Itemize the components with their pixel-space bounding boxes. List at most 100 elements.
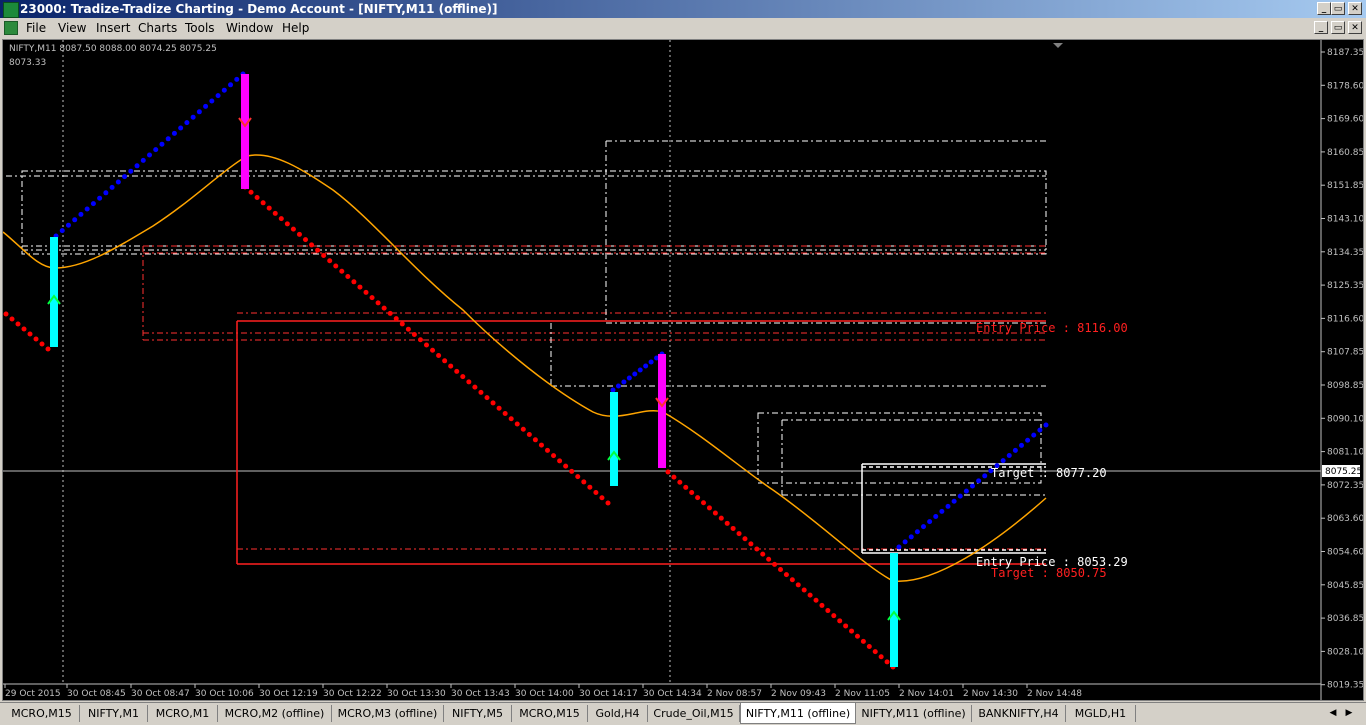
signal-dot xyxy=(254,195,260,201)
signal-dot xyxy=(538,442,544,448)
signal-dot xyxy=(97,195,103,201)
signal-dot xyxy=(321,252,327,258)
x-tick-label: 30 Oct 10:06 xyxy=(195,689,254,699)
signal-dot xyxy=(140,157,146,163)
tab-nifty-m11-offline-active[interactable]: NIFTY,M11 (offline) xyxy=(740,703,856,724)
app-icon xyxy=(3,2,19,18)
tab-banknifty-h4[interactable]: BANKNIFTY,H4 xyxy=(972,705,1066,722)
signal-dot xyxy=(15,321,21,327)
tab-mcro-m3-offline[interactable]: MCRO,M3 (offline) xyxy=(332,705,444,722)
menu-view[interactable]: View xyxy=(58,21,86,35)
signal-dot xyxy=(1031,432,1037,438)
child-restore-button[interactable]: ▭ xyxy=(1331,21,1345,34)
y-tick-label: 8107.85 xyxy=(1327,348,1364,358)
signal-dot xyxy=(122,174,128,180)
tab-gold-h4[interactable]: Gold,H4 xyxy=(588,705,648,722)
signal-dot xyxy=(1006,453,1012,458)
x-tick-label: 30 Oct 08:45 xyxy=(67,689,126,699)
y-tick-label: 8028.10 xyxy=(1327,647,1364,657)
price-chart[interactable]: Entry Price : 8116.00 Target : 8077.20 E… xyxy=(3,40,1364,701)
signal-dot xyxy=(819,602,825,608)
shift-marker[interactable] xyxy=(1053,43,1063,48)
signal-dot xyxy=(190,114,196,120)
window-title: 23000: Tradize-Tradize Charting - Demo A… xyxy=(20,2,498,16)
x-tick-label: 30 Oct 14:17 xyxy=(579,689,638,699)
signal-dot xyxy=(778,567,783,572)
chart-document-icon[interactable] xyxy=(4,21,18,35)
tab-scroll-left-icon[interactable]: ◀ xyxy=(1328,708,1338,718)
signal-dot xyxy=(115,179,121,185)
y-tick-label: 8054.60 xyxy=(1327,548,1364,558)
signal-dot xyxy=(315,247,321,253)
signal-dot xyxy=(807,592,813,598)
signal-dot xyxy=(309,242,315,248)
signal-dot xyxy=(84,206,90,212)
signal-dot xyxy=(9,316,15,322)
signal-dot xyxy=(605,500,611,506)
y-tick-label: 8134.35 xyxy=(1327,248,1364,258)
signal-dot xyxy=(921,524,926,530)
signal-dot xyxy=(795,582,801,588)
signal-dot xyxy=(514,421,520,427)
signal-dot xyxy=(184,120,190,126)
menu-charts[interactable]: Charts xyxy=(138,21,177,35)
menu-file[interactable]: File xyxy=(26,21,46,35)
signal-dot xyxy=(65,222,71,228)
menu-help[interactable]: Help xyxy=(282,21,309,35)
tab-mcro-m1[interactable]: MCRO,M1 xyxy=(148,705,218,722)
menu-window[interactable]: Window xyxy=(226,21,273,35)
signal-dot xyxy=(351,279,357,285)
signal-dot xyxy=(706,505,712,511)
signal-dot xyxy=(970,483,975,489)
tab-mcro-m15-2[interactable]: MCRO,M15 xyxy=(512,705,588,722)
signal-dot xyxy=(424,342,429,348)
child-minimize-button[interactable]: _ xyxy=(1314,21,1328,34)
x-tick-label: 29 Oct 2015 xyxy=(5,689,61,699)
title-bar: 23000: Tradize-Tradize Charting - Demo A… xyxy=(0,0,1366,18)
chart-window[interactable]: Entry Price : 8116.00 Target : 8077.20 E… xyxy=(2,39,1364,701)
signal-dot xyxy=(587,484,593,490)
y-axis: 8187.35 8178.60 8169.60 8160.85 8151.85 8143.… xyxy=(1321,48,1364,691)
signal-dot xyxy=(575,474,581,480)
tab-nifty-m1[interactable]: NIFTY,M1 xyxy=(80,705,148,722)
signal-dot xyxy=(671,474,677,480)
tab-mcro-m15[interactable]: MCRO,M15 xyxy=(4,705,80,722)
signal-dot xyxy=(551,453,557,459)
signal-dot xyxy=(689,490,695,496)
tab-mgld-h1[interactable]: MGLD,H1 xyxy=(1066,705,1136,722)
close-button[interactable]: ✕ xyxy=(1348,2,1362,15)
signal-dot xyxy=(272,210,278,216)
symbol-info: NIFTY,M11 8087.50 8088.00 8074.25 8075.2… xyxy=(9,44,217,54)
signal-dot xyxy=(484,395,490,401)
signal-dot xyxy=(599,495,605,501)
tab-nifty-m5[interactable]: NIFTY,M5 xyxy=(444,705,512,722)
y-tick-label: 8178.60 xyxy=(1327,81,1364,91)
x-tick-label: 30 Oct 13:30 xyxy=(387,689,446,699)
minimize-button[interactable]: _ xyxy=(1317,2,1331,15)
tab-nifty-m11-offline[interactable]: NIFTY,M11 (offline) xyxy=(856,705,972,722)
child-close-button[interactable]: ✕ xyxy=(1348,21,1362,34)
signal-dot xyxy=(448,363,454,369)
indicator-value: 8073.33 xyxy=(9,58,47,68)
signal-dot xyxy=(327,258,333,264)
y-tick-label: 8151.85 xyxy=(1327,181,1364,191)
signal-dot xyxy=(228,82,234,88)
tab-mcro-m2-offline[interactable]: MCRO,M2 (offline) xyxy=(218,705,332,722)
signal-dot xyxy=(843,623,849,629)
menu-insert[interactable]: Insert xyxy=(96,21,130,35)
signal-dot xyxy=(896,544,902,550)
menu-tools[interactable]: Tools xyxy=(185,21,215,35)
signal-dot xyxy=(508,416,514,422)
target-label-red: Target : 8050.75 xyxy=(991,566,1107,580)
x-tick-label: 30 Oct 08:47 xyxy=(131,689,190,699)
maximize-button[interactable]: ▭ xyxy=(1331,2,1345,15)
y-tick-label: 8143.10 xyxy=(1327,215,1364,225)
signal-dot xyxy=(742,536,748,542)
x-tick-label: 2 Nov 11:05 xyxy=(835,689,890,699)
signal-dot xyxy=(976,478,982,484)
tab-scroll-right-icon[interactable]: ▶ xyxy=(1344,708,1354,718)
tab-crude-oil-m15[interactable]: Crude_Oil,M15 xyxy=(648,705,740,722)
signal-dot xyxy=(381,305,387,311)
signal-dot xyxy=(626,375,632,381)
buy-signal-bar xyxy=(610,392,618,486)
